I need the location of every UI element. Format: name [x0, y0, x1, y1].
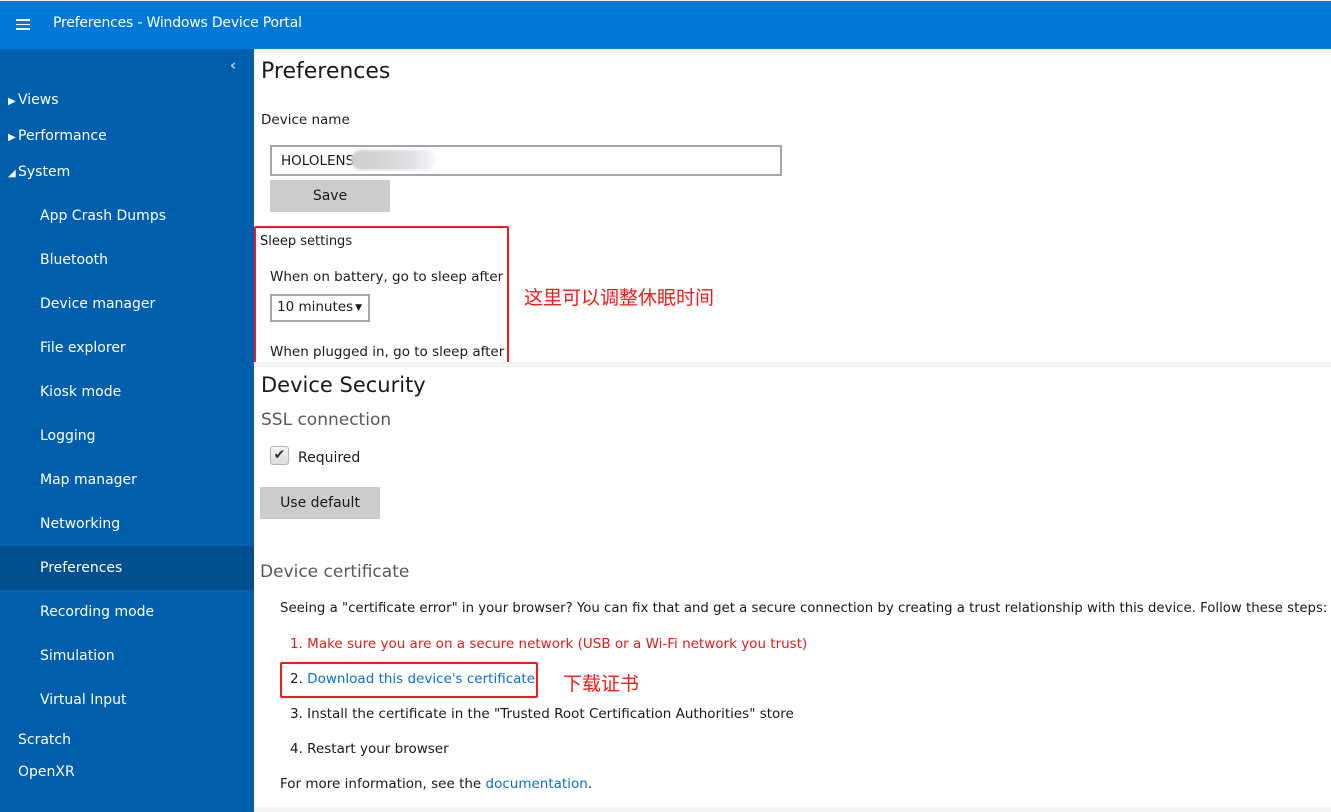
device-name-label: Device name [261, 112, 350, 128]
sidebar-item-device-manager[interactable]: Device manager [0, 286, 254, 330]
caret-right-icon: ▶ [8, 96, 16, 107]
device-security-title: Device Security [261, 373, 426, 397]
checkmark-icon: ✔ [273, 447, 286, 463]
certificate-intro: Seeing a "certificate error" in your bro… [280, 601, 1328, 616]
sidebar-group-views[interactable]: ▶ Views [0, 86, 254, 122]
redacted-device-suffix [351, 150, 436, 170]
ssl-connection-heading: SSL connection [261, 410, 392, 430]
sidebar-item-map-manager[interactable]: Map manager [0, 462, 254, 506]
chevron-left-icon[interactable]: ‹ [230, 56, 236, 74]
main-content: Preferences Device name Save Sleep setti… [254, 53, 1331, 812]
sidebar: ‹ ▶ Views ▶ Performance ◢ System App Crash … [0, 49, 254, 812]
ssl-required-checkbox[interactable]: ✔ [270, 446, 289, 465]
step-4-restart-browser: 4. Restart your browser [290, 741, 449, 757]
step-1-secure-network: 1. Make sure you are on a secure network… [290, 636, 808, 652]
sidebar-item-openxr[interactable]: OpenXR [0, 758, 254, 794]
annotation-box-certificate [280, 662, 538, 698]
sidebar-item-scratch[interactable]: Scratch [0, 722, 254, 758]
sidebar-item-virtual-input[interactable]: Virtual Input [0, 678, 254, 722]
sidebar-nav: ▶ Views ▶ Performance ◢ System App Crash Du… [0, 86, 254, 794]
ssl-required-label: Required [298, 450, 361, 466]
sidebar-item-file-explorer[interactable]: File explorer [0, 330, 254, 374]
step-3-install-certificate: 3. Install the certificate in the "Trust… [290, 706, 794, 722]
sidebar-group-label: Performance [18, 128, 107, 144]
sidebar-item-logging[interactable]: Logging [0, 418, 254, 462]
bottom-separator [254, 807, 1331, 812]
app-title: Preferences - Windows Device Portal [53, 15, 302, 31]
annotation-cert-note: 下载证书 [563, 673, 640, 695]
sidebar-item-kiosk-mode[interactable]: Kiosk mode [0, 374, 254, 418]
title-bar: Preferences - Windows Device Portal [0, 0, 1331, 49]
device-certificate-heading: Device certificate [260, 562, 410, 582]
section-separator [254, 362, 1331, 367]
documentation-link[interactable]: documentation [486, 776, 588, 792]
sidebar-item-app-crash-dumps[interactable]: App Crash Dumps [0, 198, 254, 242]
sidebar-group-system[interactable]: ◢ System [0, 158, 254, 194]
annotation-sleep-note: 这里可以调整休眠时间 [524, 287, 715, 309]
more-info-prefix: For more information, see the [280, 776, 486, 792]
hamburger-icon[interactable] [16, 19, 30, 31]
sidebar-group-label: System [18, 164, 71, 180]
sidebar-item-preferences[interactable]: Preferences [0, 546, 254, 590]
caret-down-icon: ◢ [8, 168, 16, 179]
sidebar-item-simulation[interactable]: Simulation [0, 634, 254, 678]
sidebar-group-label: Views [18, 92, 59, 108]
sidebar-item-bluetooth[interactable]: Bluetooth [0, 242, 254, 286]
more-info-text: For more information, see the documentat… [280, 776, 592, 792]
sidebar-item-recording-mode[interactable]: Recording mode [0, 590, 254, 634]
caret-right-icon: ▶ [8, 132, 16, 143]
device-name-input[interactable] [270, 145, 782, 176]
page-title: Preferences [261, 59, 391, 84]
use-default-button[interactable]: Use default [260, 487, 380, 519]
annotation-box-sleep [254, 226, 509, 366]
sidebar-group-performance[interactable]: ▶ Performance [0, 122, 254, 158]
sidebar-item-networking[interactable]: Networking [0, 506, 254, 546]
more-info-suffix: . [587, 776, 593, 792]
save-button[interactable]: Save [270, 180, 390, 212]
